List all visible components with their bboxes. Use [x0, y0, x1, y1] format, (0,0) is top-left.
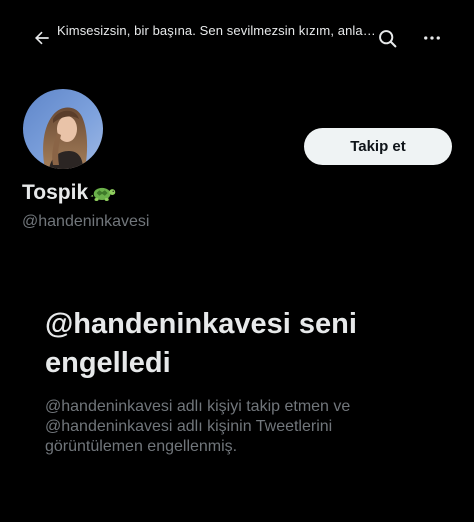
blocked-description: @handeninkavesi adlı kişiyi takip etmen … — [45, 398, 351, 455]
profile-bio-title: Kimsesizsin, bir başına. Sen sevilmezsin… — [57, 23, 377, 38]
more-button[interactable] — [420, 26, 444, 50]
profile-handle: @handeninkavesi — [22, 213, 150, 230]
search-icon — [378, 29, 396, 47]
follow-button[interactable]: Takip et — [304, 128, 452, 165]
blocked-title: @handeninkavesi seni engelledi — [45, 308, 357, 379]
arrow-left-icon — [35, 31, 49, 45]
display-name: Tospik — [22, 180, 116, 206]
more-horizontal-icon — [424, 36, 440, 40]
avatar[interactable] — [21, 87, 105, 171]
back-button[interactable] — [30, 26, 54, 50]
display-name-text: Tospik — [22, 181, 89, 204]
avatar-photo — [23, 89, 103, 169]
turtle-icon — [90, 187, 116, 201]
search-button[interactable] — [375, 26, 399, 50]
top-bar: Kimsesizsin, bir başına. Sen sevilmezsin… — [0, 0, 474, 76]
